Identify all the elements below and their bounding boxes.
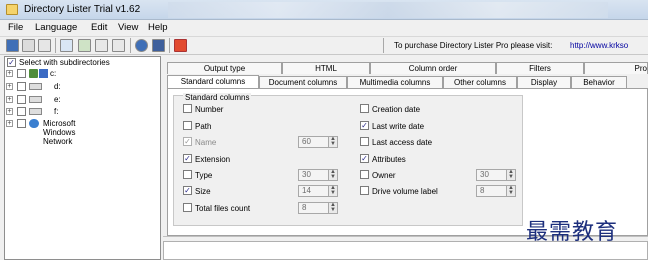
number-checkbox[interactable] xyxy=(183,104,192,113)
spin-arrows-icon[interactable]: ▲ ▼ xyxy=(506,185,516,197)
tab-document-columns[interactable]: Document columns xyxy=(259,76,347,88)
menu-view[interactable]: View xyxy=(118,22,138,33)
last-write-date-checkbox[interactable]: ✓ xyxy=(360,121,369,130)
tree-checkbox[interactable] xyxy=(17,69,26,78)
extension-label: Extension xyxy=(195,155,231,164)
path-checkbox[interactable] xyxy=(183,121,192,130)
spin-arrows-icon[interactable]: ▲ ▼ xyxy=(328,202,338,214)
name-label: Name xyxy=(195,138,217,147)
last-access-date-checkbox[interactable] xyxy=(360,137,369,146)
toolbar-separator xyxy=(169,38,170,53)
tab-standard-columns[interactable]: Standard columns xyxy=(167,75,259,88)
app-icon xyxy=(6,4,18,15)
expand-icon[interactable]: + xyxy=(6,120,13,127)
group-title: Standard columns xyxy=(183,93,252,102)
stop-icon[interactable] xyxy=(174,39,187,52)
tab-html[interactable]: HTML xyxy=(282,62,370,74)
drive-volume-label-label: Drive volume label xyxy=(372,187,438,196)
spin-arrows-icon: ▲ ▼ xyxy=(328,136,338,148)
help-icon[interactable] xyxy=(135,39,148,52)
tab-column-order[interactable]: Column order xyxy=(370,62,496,74)
total-files-count-label: Total files count xyxy=(195,204,251,213)
size-checkbox[interactable]: ✓ xyxy=(183,186,192,195)
network-icon xyxy=(29,119,39,128)
drive-volume-label-checkbox[interactable] xyxy=(360,186,369,195)
toolbar-separator xyxy=(55,38,56,53)
watermark: 最需教育 xyxy=(526,220,619,245)
owner-label: Owner xyxy=(372,171,396,180)
print-icon[interactable] xyxy=(22,39,35,52)
menu-file[interactable]: File xyxy=(8,22,23,33)
total-files-count-checkbox[interactable] xyxy=(183,203,192,212)
preview-icon[interactable] xyxy=(38,39,51,52)
promo-text: To purchase Directory Lister Pro please … xyxy=(394,41,553,50)
attributes-checkbox[interactable]: ✓ xyxy=(360,154,369,163)
promo-link[interactable]: http://www.krkso xyxy=(570,41,628,50)
creation-date-label: Creation date xyxy=(372,105,421,114)
tree-label: d: xyxy=(54,82,61,91)
last-write-date-label: Last write date xyxy=(372,122,425,131)
document-icon[interactable] xyxy=(112,39,125,52)
tree-checkbox[interactable] xyxy=(17,119,26,128)
spin-arrows-icon[interactable]: ▲ ▼ xyxy=(328,185,338,197)
type-checkbox[interactable] xyxy=(183,170,192,179)
tab-output-type[interactable]: Output type xyxy=(167,62,282,74)
menu-help[interactable]: Help xyxy=(148,22,168,33)
copy-icon[interactable] xyxy=(60,39,73,52)
expand-icon[interactable]: + xyxy=(6,96,13,103)
toolbar-separator xyxy=(130,38,131,53)
tab-pro[interactable]: Pro xyxy=(584,62,648,74)
tab-behavior[interactable]: Behavior xyxy=(571,76,627,88)
drive-icon xyxy=(29,96,42,103)
last-access-date-label: Last access date xyxy=(372,138,433,147)
tab-display[interactable]: Display xyxy=(517,76,571,88)
attributes-label: Attributes xyxy=(372,155,406,164)
tree-label: c: xyxy=(50,69,57,78)
tree-label: e: xyxy=(54,95,61,104)
drive-icon xyxy=(29,83,42,90)
spin-arrows-icon[interactable]: ▲ ▼ xyxy=(328,169,338,181)
type-label: Type xyxy=(195,171,213,180)
tab-multimedia-columns[interactable]: Multimedia columns xyxy=(347,76,443,88)
blurred-background xyxy=(168,2,608,18)
tree-label: f: xyxy=(54,107,59,116)
tab-other-columns[interactable]: Other columns xyxy=(443,76,517,88)
info-icon[interactable] xyxy=(152,39,165,52)
tree-checkbox[interactable] xyxy=(17,107,26,116)
directory-tree[interactable] xyxy=(4,56,161,260)
path-label: Path xyxy=(195,122,212,131)
expand-icon[interactable]: + xyxy=(6,70,13,77)
owner-checkbox[interactable] xyxy=(360,170,369,179)
user-icon xyxy=(29,69,38,78)
expand-icon[interactable]: + xyxy=(6,83,13,90)
tree-checkbox[interactable] xyxy=(17,82,26,91)
spin-arrows-icon[interactable]: ▲ ▼ xyxy=(506,169,516,181)
number-label: Number xyxy=(195,105,224,114)
size-label: Size xyxy=(195,187,211,196)
close-file-icon[interactable] xyxy=(95,39,108,52)
tree-checkbox[interactable] xyxy=(17,95,26,104)
tab-filters[interactable]: Filters xyxy=(496,62,584,74)
menu-edit[interactable]: Edit xyxy=(91,22,107,33)
select-subdirs-checkbox[interactable]: ✓ xyxy=(7,58,16,67)
expand-icon[interactable]: + xyxy=(6,108,13,115)
tree-label: Microsoft Windows Network xyxy=(43,119,76,146)
extension-checkbox[interactable]: ✓ xyxy=(183,154,192,163)
menu-language[interactable]: Language xyxy=(35,22,77,33)
save-icon[interactable] xyxy=(6,39,19,52)
creation-date-checkbox[interactable] xyxy=(360,104,369,113)
select-subdirs-label: Select with subdirectories xyxy=(19,58,110,67)
window-title: Directory Lister Trial v1.62 xyxy=(24,4,141,15)
drive-icon xyxy=(29,108,42,115)
export-icon[interactable] xyxy=(78,39,91,52)
drive-c-icon xyxy=(39,69,48,78)
name-checkbox: ✓ xyxy=(183,137,192,146)
